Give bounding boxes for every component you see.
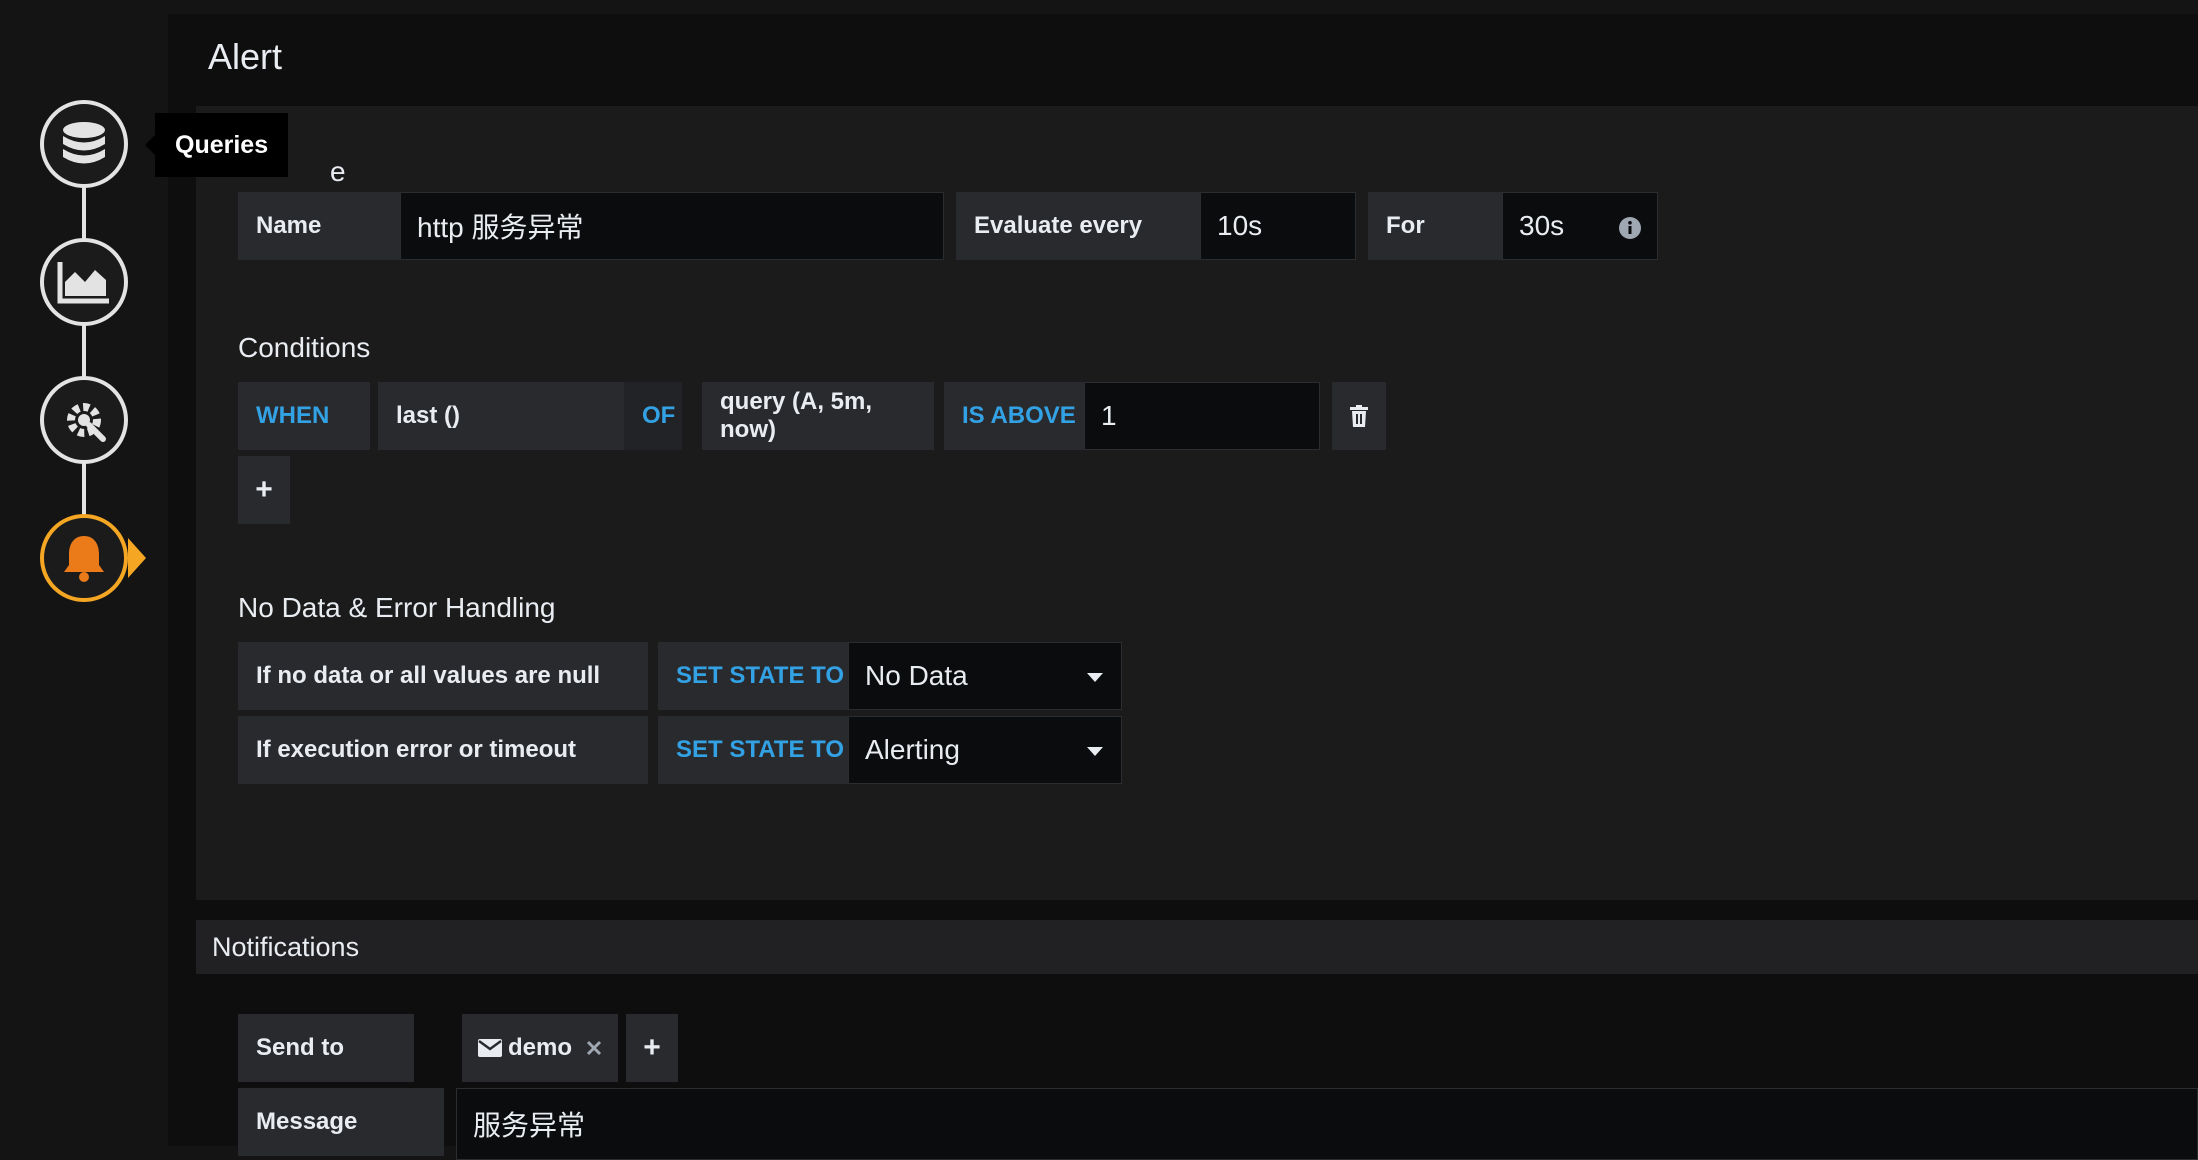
when-keyword: WHEN xyxy=(238,382,370,450)
alert-config-panel: e Name http 服务异常 Evaluate every 10s For … xyxy=(196,106,2198,900)
message-input[interactable]: 服务异常 xyxy=(456,1088,2198,1160)
bell-icon xyxy=(64,536,104,582)
error-state-select[interactable]: Alerting xyxy=(848,716,1122,784)
step-queries[interactable] xyxy=(40,100,128,188)
envelope-icon xyxy=(478,1039,502,1057)
delete-condition-button[interactable] xyxy=(1332,382,1386,450)
step-visualization[interactable] xyxy=(40,238,128,326)
rail-connector xyxy=(82,180,86,520)
error-set-state-label: SET STATE TO xyxy=(658,716,848,784)
nodata-title: No Data & Error Handling xyxy=(238,592,556,623)
close-icon[interactable] xyxy=(586,1040,602,1056)
send-to-label: Send to xyxy=(238,1014,414,1082)
caret-down-icon xyxy=(1087,747,1103,756)
nodata-set-state-label: SET STATE TO xyxy=(658,642,848,710)
step-general[interactable] xyxy=(40,376,128,464)
rule-section-heading: e xyxy=(330,156,346,187)
reducer-select[interactable]: last () xyxy=(378,382,624,450)
error-state-value: Alerting xyxy=(865,734,960,765)
query-select[interactable]: query (A, 5m, now) xyxy=(702,382,934,450)
add-notification-button[interactable]: + xyxy=(626,1014,678,1082)
error-condition-label: If execution error or timeout xyxy=(238,716,648,784)
conditions-title: Conditions xyxy=(238,332,371,363)
caret-down-icon xyxy=(1087,673,1103,682)
area-chart-icon xyxy=(57,262,109,304)
for-label: For xyxy=(1368,192,1502,260)
name-label: Name xyxy=(238,192,400,260)
nodata-state-value: No Data xyxy=(865,660,968,691)
gear-wrench-icon xyxy=(67,403,106,442)
active-step-pointer xyxy=(128,538,146,578)
evaluate-every-label: Evaluate every xyxy=(956,192,1200,260)
trash-icon xyxy=(1350,405,1368,427)
add-condition-button[interactable]: + xyxy=(238,456,290,524)
notifications-title: Notifications xyxy=(212,932,360,962)
evaluator-select[interactable]: IS ABOVE xyxy=(944,382,1084,450)
nodata-condition-label: If no data or all values are null xyxy=(238,642,648,710)
step-alert[interactable] xyxy=(40,514,128,602)
threshold-input[interactable]: 1 xyxy=(1084,382,1320,450)
evaluate-every-input[interactable]: 10s xyxy=(1200,192,1356,260)
target-name: demo xyxy=(508,1034,573,1061)
for-input[interactable]: 30s xyxy=(1502,192,1658,260)
info-icon[interactable] xyxy=(1619,217,1641,239)
alert-editor: Alert e Name http 服务异常 Evaluate every 10… xyxy=(168,14,2198,1160)
of-keyword: OF xyxy=(624,382,682,450)
nodata-state-select[interactable]: No Data xyxy=(848,642,1122,710)
name-input[interactable]: http 服务异常 xyxy=(400,192,944,260)
database-icon xyxy=(63,122,105,164)
for-value: 30s xyxy=(1519,210,1565,241)
notifications-header: Notifications xyxy=(196,920,2198,974)
queries-tooltip: Queries xyxy=(144,113,289,177)
page-title: Alert xyxy=(208,36,283,77)
notification-target-tag[interactable]: demo xyxy=(462,1014,618,1082)
